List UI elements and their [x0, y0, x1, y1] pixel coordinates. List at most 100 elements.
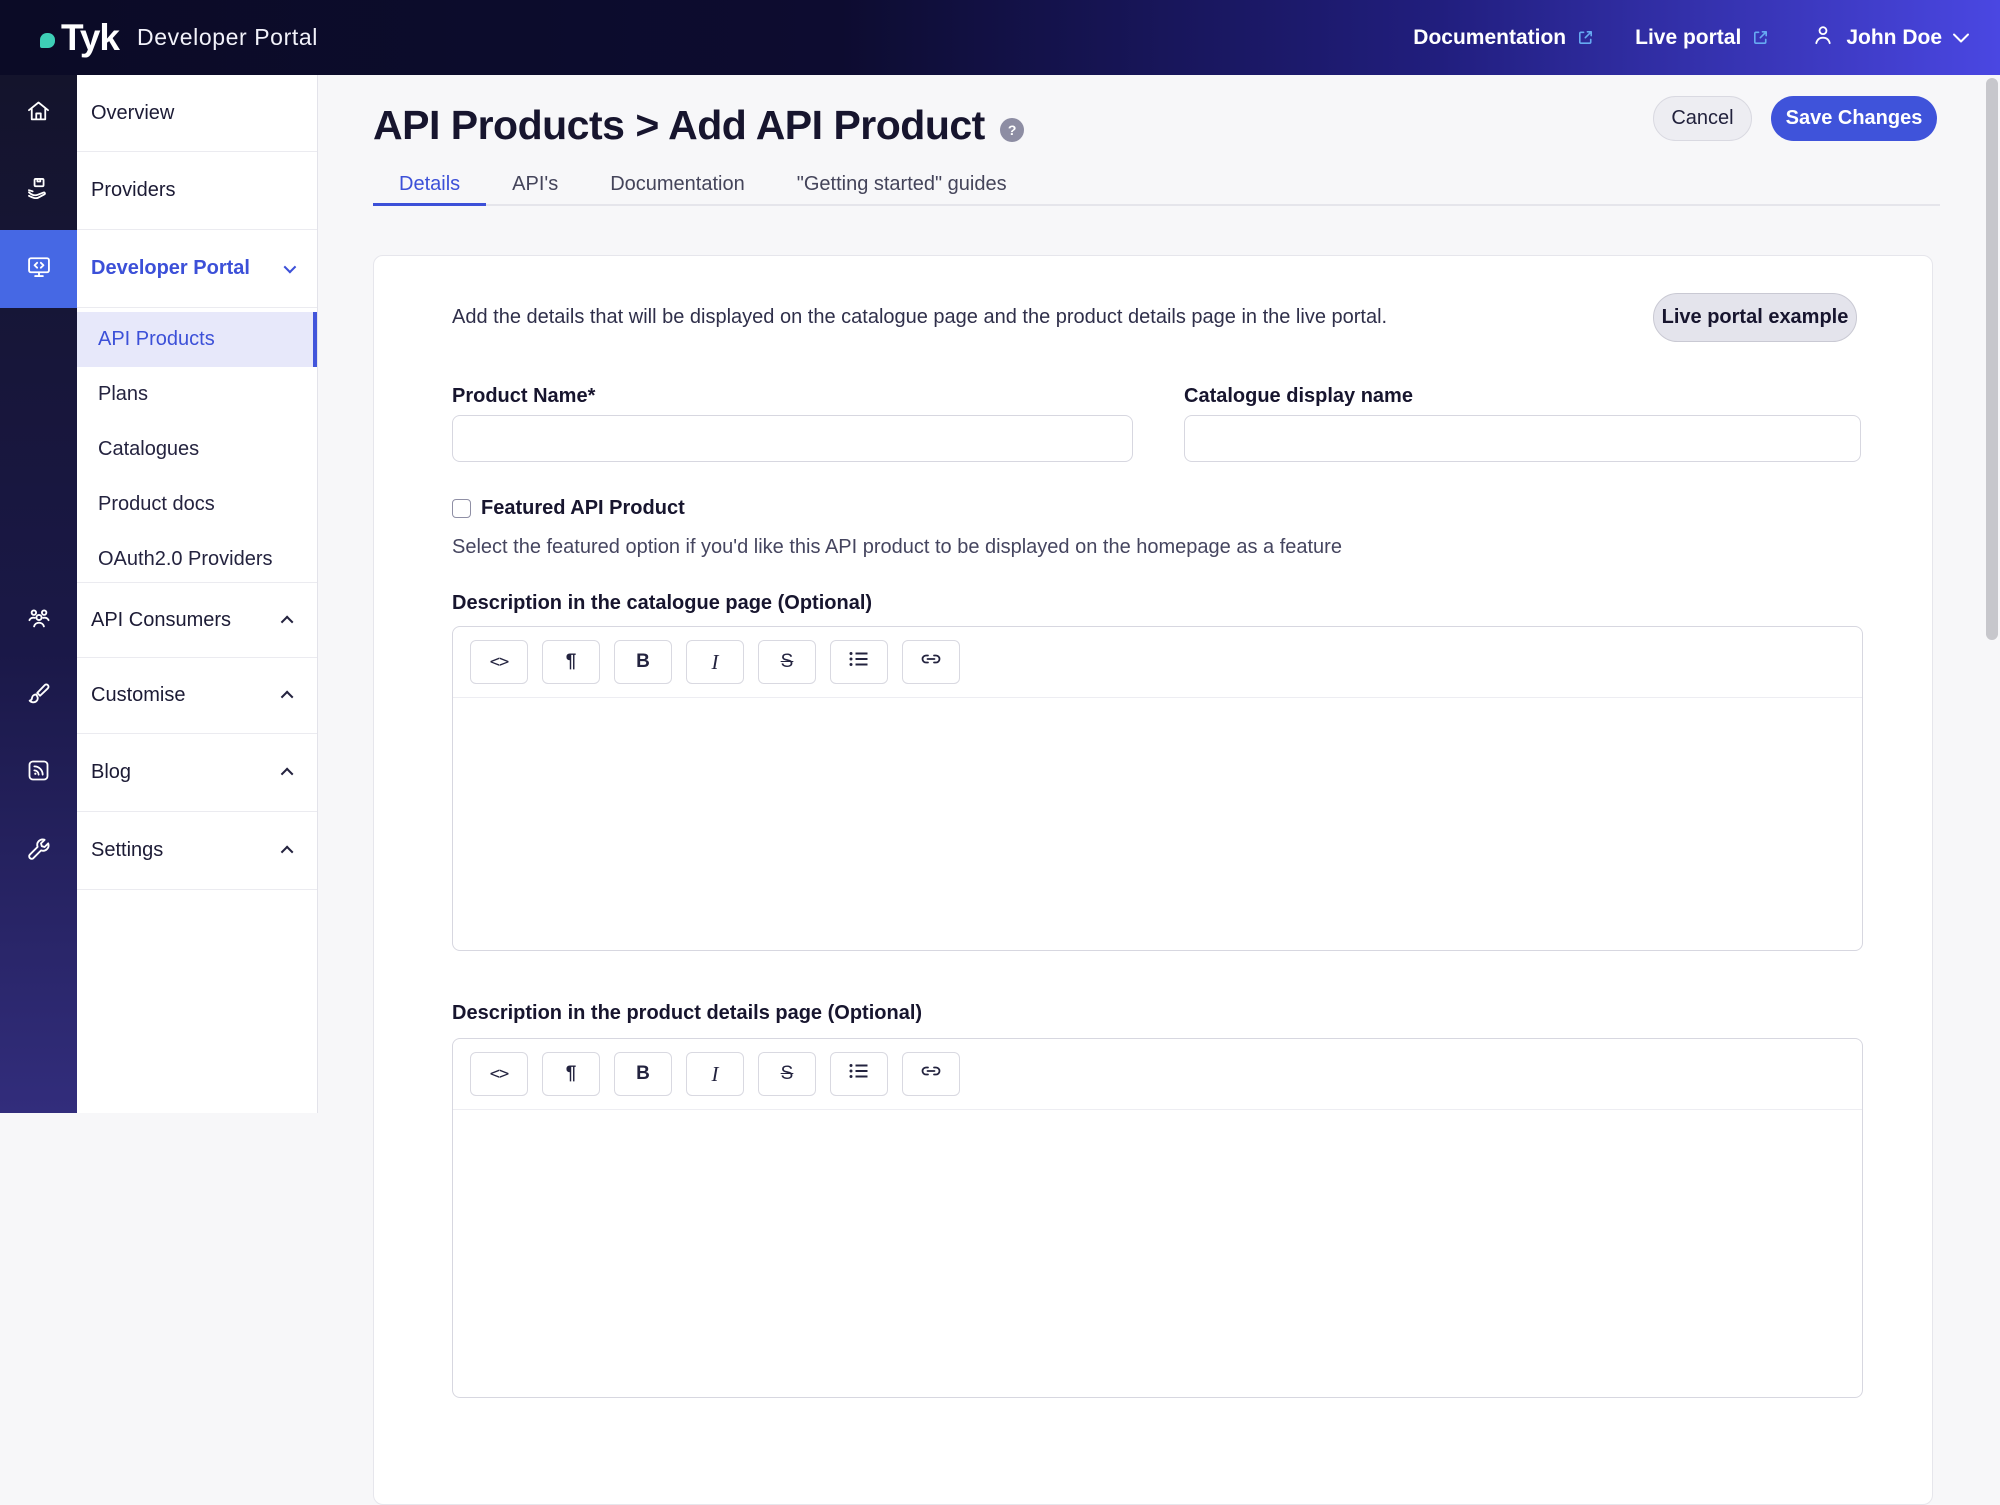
bold-button[interactable]: B [614, 640, 672, 684]
featured-label[interactable]: Featured API Product [481, 497, 685, 520]
paragraph-button[interactable]: ¶ [542, 640, 600, 684]
tab-getting-started-guides[interactable]: "Getting started" guides [771, 166, 1033, 206]
link-button[interactable] [902, 640, 960, 684]
sidebar-item-api-products[interactable]: API Products [77, 312, 317, 367]
details-card: Add the details that will be displayed o… [373, 255, 1933, 1505]
cancel-button[interactable]: Cancel [1653, 96, 1752, 141]
live-portal-link[interactable]: Live portal [1635, 26, 1770, 50]
sidebar-item-catalogues[interactable]: Catalogues [77, 422, 317, 477]
documentation-link-label: Documentation [1413, 26, 1566, 50]
strikethrough-icon: S [781, 651, 794, 673]
bold-icon: B [636, 1063, 650, 1085]
sidebar-item-overview[interactable]: Overview [77, 75, 317, 152]
italic-button[interactable]: I [686, 640, 744, 684]
sidebar-item-label: Plans [98, 383, 148, 406]
tyk-leaf-icon [40, 33, 55, 48]
live-portal-example-button[interactable]: Live portal example [1653, 293, 1857, 342]
link-icon [919, 647, 943, 677]
strikethrough-button[interactable]: S [758, 640, 816, 684]
api-consumers-icon [25, 604, 53, 637]
sidebar: Overview Providers Developer Portal API … [77, 75, 318, 1113]
strikethrough-icon: S [781, 1063, 794, 1085]
tab-bar: Details API's Documentation "Getting sta… [373, 166, 1940, 206]
sidebar-item-label: Providers [91, 179, 175, 202]
description-details-content[interactable] [453, 1110, 1862, 1210]
user-name: John Doe [1846, 26, 1942, 50]
link-button[interactable] [902, 1052, 960, 1096]
rail-item-blog[interactable] [0, 734, 77, 812]
blog-icon [25, 757, 52, 789]
vertical-scrollbar[interactable] [1986, 78, 1998, 640]
main-content: API Products > Add API Product ? Cancel … [318, 75, 2000, 1113]
sidebar-item-label: Developer Portal [91, 257, 250, 280]
sidebar-item-label: Customise [91, 684, 185, 707]
sidebar-item-plans[interactable]: Plans [77, 367, 317, 422]
bold-button[interactable]: B [614, 1052, 672, 1096]
bullet-list-button[interactable] [830, 1052, 888, 1096]
rail-item-customise[interactable] [0, 658, 77, 734]
rail-item-api-consumers[interactable] [0, 583, 77, 658]
live-portal-link-label: Live portal [1635, 26, 1741, 50]
description-catalogue-label: Description in the catalogue page (Optio… [452, 592, 872, 615]
code-button[interactable]: <> [470, 640, 528, 684]
documentation-link[interactable]: Documentation [1413, 26, 1595, 50]
help-icon[interactable]: ? [1000, 118, 1024, 142]
external-link-icon [1576, 28, 1595, 47]
bullet-list-icon [848, 650, 870, 674]
icon-rail [0, 75, 77, 1113]
providers-icon [25, 175, 52, 207]
sidebar-item-label: Overview [91, 102, 174, 125]
catalogue-display-name-input[interactable] [1184, 415, 1861, 462]
rail-item-providers[interactable] [0, 152, 77, 230]
person-icon [1810, 22, 1836, 54]
save-changes-button[interactable]: Save Changes [1771, 96, 1937, 141]
italic-button[interactable]: I [686, 1052, 744, 1096]
sidebar-item-product-docs[interactable]: Product docs [77, 477, 317, 532]
customise-icon [25, 680, 53, 713]
code-icon: <> [490, 1064, 508, 1084]
header-actions: Cancel Save Changes [1653, 96, 1937, 141]
sidebar-item-label: API Consumers [91, 609, 231, 632]
bullet-list-button[interactable] [830, 640, 888, 684]
sidebar-item-settings[interactable]: Settings [77, 812, 317, 890]
home-icon [25, 98, 52, 130]
sidebar-item-oauth-providers[interactable]: OAuth2.0 Providers [77, 532, 317, 587]
bullet-list-icon [848, 1062, 870, 1086]
bold-icon: B [636, 651, 650, 673]
tab-apis[interactable]: API's [486, 166, 584, 206]
strikethrough-button[interactable]: S [758, 1052, 816, 1096]
settings-icon [25, 835, 53, 868]
topbar: Tyk Developer Portal Documentation Live … [0, 0, 2000, 75]
rail-item-overview[interactable] [0, 75, 77, 152]
paragraph-button[interactable]: ¶ [542, 1052, 600, 1096]
page-title-text: API Products > Add API Product [373, 102, 985, 149]
tyk-logo[interactable]: Tyk Developer Portal [40, 17, 318, 59]
sidebar-item-label: OAuth2.0 Providers [98, 548, 273, 571]
external-link-icon [1751, 28, 1770, 47]
sidebar-item-api-consumers[interactable]: API Consumers [77, 583, 317, 658]
paragraph-icon: ¶ [566, 1063, 577, 1085]
sidebar-item-blog[interactable]: Blog [77, 734, 317, 812]
brand-product: Developer Portal [137, 24, 318, 51]
featured-checkbox[interactable] [452, 499, 471, 518]
tab-details[interactable]: Details [373, 166, 486, 206]
sidebar-item-developer-portal[interactable]: Developer Portal [77, 230, 317, 308]
sidebar-item-label: Catalogues [98, 438, 199, 461]
sidebar-item-providers[interactable]: Providers [77, 152, 317, 230]
sidebar-item-customise[interactable]: Customise [77, 658, 317, 734]
chevron-up-icon [281, 615, 294, 628]
sidebar-item-label: API Products [98, 328, 215, 351]
link-icon [919, 1059, 943, 1089]
catalogue-display-name-label: Catalogue display name [1184, 385, 1413, 408]
description-catalogue-content[interactable] [453, 698, 1862, 798]
description-details-label: Description in the product details page … [452, 1002, 922, 1025]
chevron-up-icon [281, 768, 294, 781]
code-button[interactable]: <> [470, 1052, 528, 1096]
featured-hint: Select the featured option if you'd like… [452, 536, 1342, 559]
product-name-input[interactable] [452, 415, 1133, 462]
rail-item-developer-portal[interactable] [0, 230, 77, 308]
rail-item-settings[interactable] [0, 812, 77, 890]
user-menu[interactable]: John Doe [1810, 22, 1970, 54]
developer-portal-icon [25, 253, 53, 286]
tab-documentation[interactable]: Documentation [584, 166, 771, 206]
